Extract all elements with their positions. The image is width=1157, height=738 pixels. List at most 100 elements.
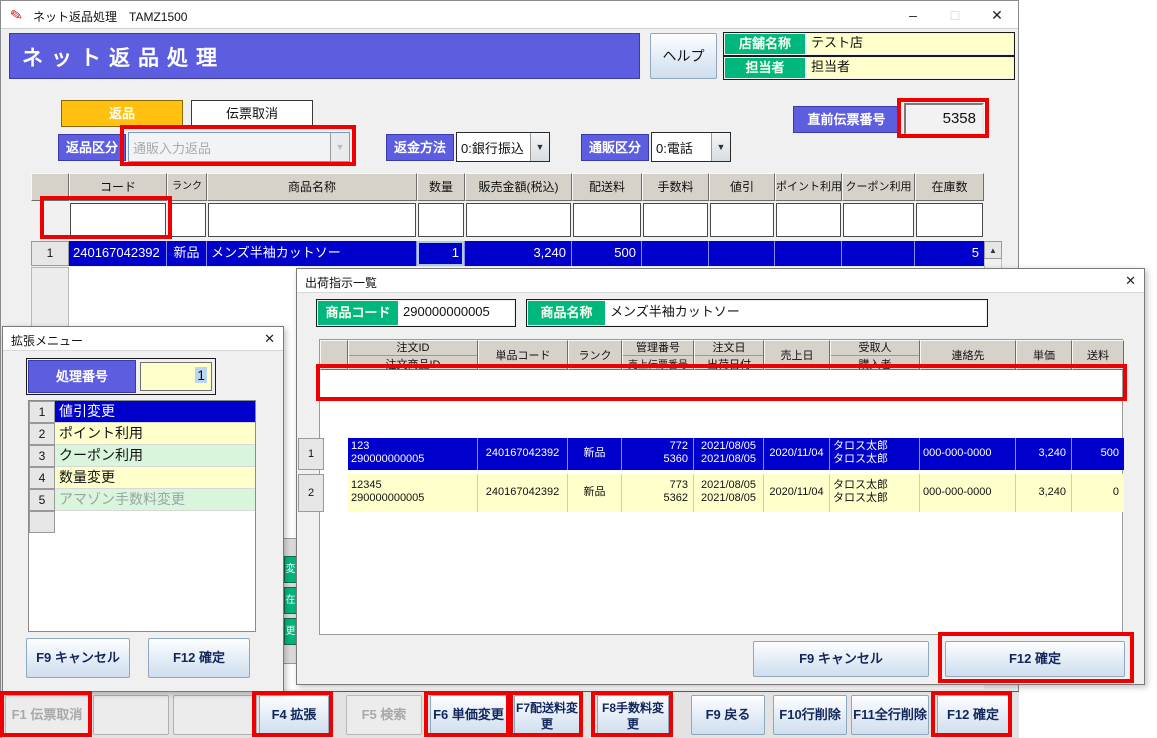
channel-type-value: 0:電話 <box>656 138 693 157</box>
grid-row1-rank: 新品 <box>167 241 207 266</box>
shipping-list-dialog: 出荷指示一覧 ✕ 商品コード 290000000005 商品名称 メンズ半袖カッ… <box>296 268 1145 685</box>
extend-menu-cancel-button[interactable]: F9 キャンセル <box>26 638 130 678</box>
shipping-table: 注文ID注文商品ID 単品コード ランク 管理番号売上伝票番号 注文日出荷日付 … <box>319 339 1123 635</box>
discount-input-cell[interactable] <box>710 203 774 237</box>
grid-row1-name: メンズ半袖カットソー <box>207 241 417 266</box>
grid-header-amount: 販売金額(税込) <box>465 173 572 201</box>
ship-header-mgmt-no: 管理番号売上伝票番号 <box>622 340 694 370</box>
qty-input-cell[interactable] <box>418 203 464 237</box>
app-icon: ✎ <box>9 5 29 25</box>
return-type-combobox[interactable]: 通販入力返品 ▼ <box>128 132 350 162</box>
grid-header-coupon: クーポン利用 <box>842 173 915 201</box>
point-input-cell[interactable] <box>776 203 841 237</box>
ship-table-row[interactable]: 12345290000000005 240167042392 新品 773536… <box>348 474 1124 512</box>
ship-header-item-code: 単品コード <box>478 340 568 370</box>
channel-type-combobox[interactable]: 0:電話 ▼ <box>651 132 731 162</box>
stock-input-cell[interactable] <box>916 203 983 237</box>
ship-row2-number: 2 <box>298 474 324 512</box>
menu-item-label: クーポン利用 <box>55 445 255 467</box>
menu-item-number: 1 <box>29 401 55 423</box>
f7-shipping-fee-button[interactable]: F7配送料変更 <box>514 695 580 735</box>
grid-row1-discount <box>709 241 775 266</box>
minimize-button[interactable]: – <box>892 1 934 29</box>
name-input-cell[interactable] <box>208 203 416 237</box>
grid-row1-amount: 3,240 <box>465 241 572 266</box>
product-name-label: 商品名称 <box>528 301 605 325</box>
ship-row1-number: 1 <box>298 438 324 470</box>
f12-confirm-button[interactable]: F12 確定 <box>937 695 1009 735</box>
shipping-cancel-button[interactable]: F9 キャンセル <box>753 641 929 677</box>
shipping-table-header: 注文ID注文商品ID 単品コード ランク 管理番号売上伝票番号 注文日出荷日付 … <box>320 340 1124 370</box>
staff-value: 担当者 <box>807 58 1013 78</box>
menu-item-discount-change[interactable]: 1 値引変更 <box>29 401 255 423</box>
process-number-input[interactable]: 1 <box>140 362 212 391</box>
process-number-label: 処理番号 <box>28 360 136 393</box>
close-icon[interactable]: ✕ <box>264 331 275 347</box>
prev-slip-value: 5358 <box>904 103 984 135</box>
f8-handling-fee-button[interactable]: F8手数料変更 <box>597 695 669 735</box>
menu-item-point-use[interactable]: 2 ポイント利用 <box>29 423 255 445</box>
grid-corner-header <box>31 173 69 201</box>
menu-item-label: 値引変更 <box>55 401 255 423</box>
chevron-down-icon[interactable]: ▼ <box>330 133 349 161</box>
f9-back-button[interactable]: F9 戻る <box>691 695 765 735</box>
page-title: ネット返品処理 <box>22 42 225 72</box>
maximize-button: □ <box>934 1 976 29</box>
f6-unit-price-button[interactable]: F6 単価変更 <box>430 695 507 735</box>
store-name-value: テスト店 <box>807 34 1013 54</box>
ship-table-row[interactable]: 123290000000005 240167042392 新品 7725360 … <box>348 438 1124 470</box>
product-code-value: 290000000005 <box>398 301 514 325</box>
grid-header-stock: 在庫数 <box>915 173 984 201</box>
scroll-up-icon[interactable]: ▲ <box>984 241 1002 259</box>
chevron-down-icon[interactable]: ▼ <box>711 133 730 161</box>
ship-header-order-date: 注文日出荷日付 <box>694 340 764 370</box>
menu-item-label: アマゾン手数料変更 <box>55 489 255 511</box>
product-name-value: メンズ半袖カットソー <box>605 301 986 325</box>
close-button[interactable]: ✕ <box>976 1 1018 29</box>
menu-item-number: 2 <box>29 423 55 445</box>
grid-row1-code: 240167042392 <box>69 241 167 266</box>
f10-delete-row-button[interactable]: F10行削除 <box>773 695 847 735</box>
refund-method-combobox[interactable]: 0:銀行振込 ▼ <box>456 132 550 162</box>
ship-corner-header <box>320 340 348 370</box>
grid-header-discount: 値引 <box>709 173 775 201</box>
grid-header-code: コード <box>69 173 167 201</box>
extend-menu-titlebar: 拡張メニュー ✕ <box>3 327 283 351</box>
menu-item-number: 5 <box>29 489 55 511</box>
code-input-cell[interactable] <box>70 203 166 237</box>
store-name-label: 店舗名称 <box>725 34 805 54</box>
refund-method-value: 0:銀行振込 <box>461 138 524 157</box>
chevron-down-icon[interactable]: ▼ <box>530 133 549 161</box>
menu-item-qty-change[interactable]: 4 数量変更 <box>29 467 255 489</box>
f2-empty-button <box>93 695 169 735</box>
staff-label: 担当者 <box>725 58 805 78</box>
f4-extend-button[interactable]: F4 拡張 <box>259 695 329 735</box>
prev-slip-label: 直前伝票番号 <box>793 106 900 133</box>
help-button[interactable]: ヘルプ <box>650 33 717 79</box>
f5-search-button: F5 検索 <box>346 695 422 735</box>
extend-menu-confirm-button[interactable]: F12 確定 <box>148 638 250 678</box>
f3-empty-button <box>173 695 257 735</box>
menu-item-number: 4 <box>29 467 55 489</box>
shipping-input-cell[interactable] <box>573 203 641 237</box>
f11-delete-all-rows-button[interactable]: F11全行削除 <box>851 695 929 735</box>
shipping-confirm-button[interactable]: F12 確定 <box>945 641 1125 677</box>
close-icon[interactable]: ✕ <box>1125 273 1136 289</box>
fee-input-cell[interactable] <box>643 203 708 237</box>
return-mode-button[interactable]: 返品 <box>61 100 183 127</box>
grid-row1-fee <box>642 241 709 266</box>
grid-row1-number: 1 <box>31 241 69 266</box>
shipping-list-title: 出荷指示一覧 <box>305 274 377 291</box>
rank-input-cell[interactable] <box>168 203 206 237</box>
extend-menu-list: 1 値引変更 2 ポイント利用 3 クーポン利用 4 数量変更 5 アマゾン手数… <box>28 400 256 632</box>
menu-item-coupon-use[interactable]: 3 クーポン利用 <box>29 445 255 467</box>
grid-row1-shipping: 500 <box>572 241 642 266</box>
f1-slip-cancel-button: F1 伝票取消 <box>5 695 89 735</box>
ship-header-receiver: 受取人購入者 <box>830 340 920 370</box>
process-number-value: 1 <box>195 367 207 383</box>
channel-type-label: 通販区分 <box>581 134 649 161</box>
slip-cancel-mode-button[interactable]: 伝票取消 <box>191 100 313 127</box>
coupon-input-cell[interactable] <box>843 203 914 237</box>
amount-input-cell[interactable] <box>466 203 571 237</box>
menu-item-label: ポイント利用 <box>55 423 255 445</box>
